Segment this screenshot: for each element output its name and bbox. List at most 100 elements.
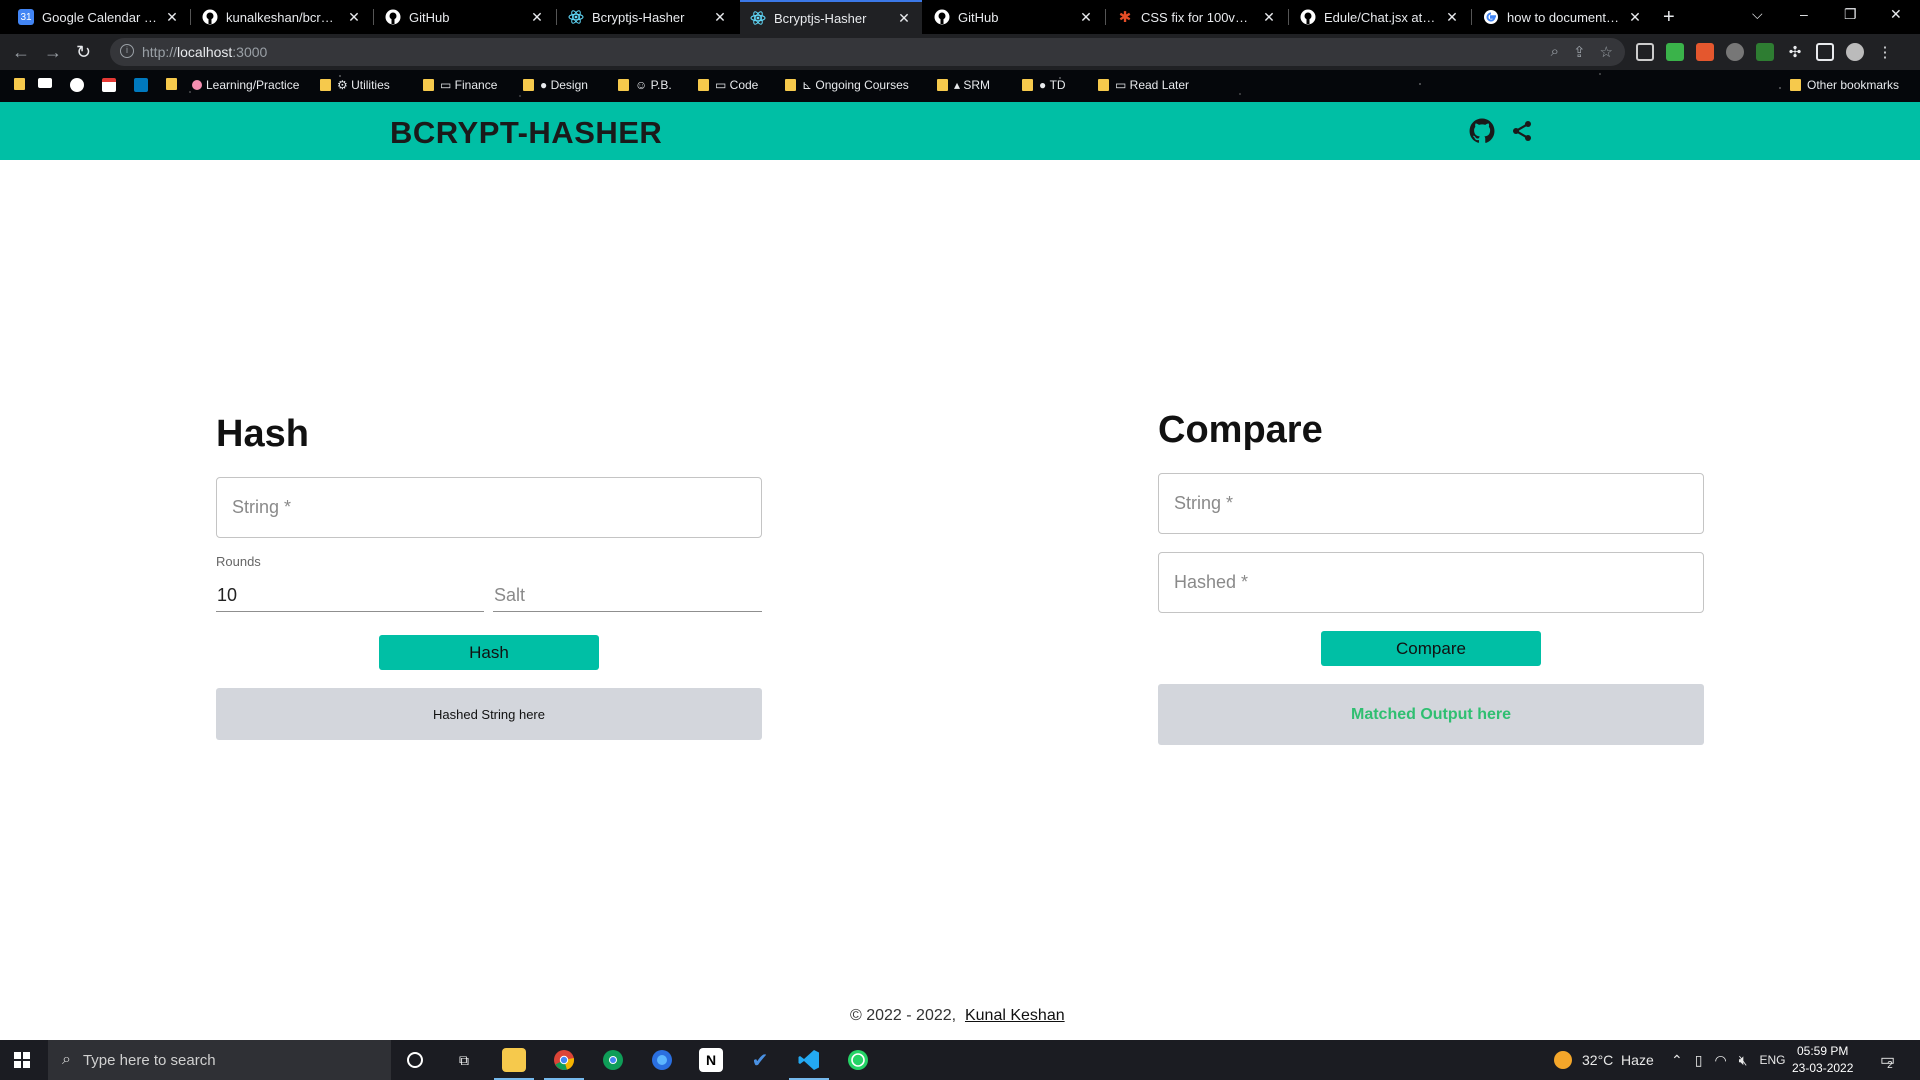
bookmark-utilities[interactable]: ⚙ Utilities bbox=[320, 78, 390, 92]
bookmark-srm[interactable]: ▴ SRM bbox=[937, 78, 990, 92]
tab-bcryptjs-hasher-active[interactable]: Bcryptjs-Hasher ✕ bbox=[740, 0, 922, 34]
address-bar[interactable]: i http://localhost:3000 ⌕ ⇪ ☆ bbox=[110, 38, 1625, 66]
tab-search-chevron-icon[interactable]: ⌵ bbox=[1752, 6, 1763, 23]
github-icon bbox=[202, 9, 218, 25]
zoom-icon[interactable]: ⌕ bbox=[1551, 43, 1559, 61]
close-icon[interactable]: ✕ bbox=[1078, 9, 1094, 26]
close-icon[interactable]: ✕ bbox=[346, 9, 362, 26]
chrome-icon[interactable] bbox=[552, 1048, 576, 1072]
bookmark-ongoing-courses[interactable]: ⊾ Ongoing Courses bbox=[785, 78, 909, 92]
notion-icon[interactable]: N bbox=[699, 1048, 723, 1072]
bookmark-read-later[interactable]: ▭ Read Later bbox=[1098, 78, 1189, 92]
language-indicator[interactable]: ENG bbox=[1760, 1053, 1786, 1067]
brain-icon bbox=[192, 80, 202, 90]
tab-google-search[interactable]: how to document api ✕ bbox=[1473, 0, 1653, 34]
vscode-icon[interactable] bbox=[797, 1048, 821, 1072]
todo-icon[interactable]: ✔ bbox=[748, 1048, 772, 1072]
notification-center[interactable]: ▭ 2 bbox=[1880, 1040, 1895, 1080]
compare-hashed-input[interactable] bbox=[1159, 553, 1703, 612]
extension-icon[interactable] bbox=[1666, 43, 1684, 61]
bookmark-label: Utilities bbox=[351, 78, 390, 92]
bookmark-label: Finance bbox=[454, 78, 498, 92]
hash-button[interactable]: Hash bbox=[379, 635, 599, 670]
close-icon[interactable]: ✕ bbox=[164, 9, 180, 26]
bookmark-learning-practice[interactable]: Learning/Practice bbox=[192, 78, 299, 92]
bookmark-other[interactable]: Other bookmarks bbox=[1790, 78, 1899, 92]
new-tab-plus-icon[interactable]: + bbox=[1663, 6, 1675, 29]
bookmark-finance[interactable]: ▭ Finance bbox=[423, 78, 497, 92]
github-icon[interactable] bbox=[70, 78, 84, 92]
tab-edule-chat[interactable]: Edule/Chat.jsx at main ✕ bbox=[1290, 0, 1470, 34]
tab-bcryptjs-hasher[interactable]: Bcryptjs-Hasher ✕ bbox=[558, 0, 738, 34]
calendar-icon[interactable] bbox=[102, 78, 116, 92]
taskbar-search-placeholder: Type here to search bbox=[82, 1051, 216, 1069]
share-icon[interactable]: ⇪ bbox=[1573, 43, 1586, 61]
chrome-profile-icon[interactable] bbox=[601, 1048, 625, 1072]
notion-extension-icon[interactable] bbox=[1636, 43, 1654, 61]
bookmark-folder-icon[interactable] bbox=[166, 78, 183, 90]
site-info-icon[interactable]: i bbox=[120, 44, 134, 58]
puzzle-extensions-icon[interactable]: ✣ bbox=[1786, 43, 1804, 61]
clock-time: 05:59 PM bbox=[1797, 1044, 1849, 1058]
folder-icon bbox=[785, 79, 796, 91]
tab-css-fix[interactable]: ✱ CSS fix for 100vh in mobile ✕ bbox=[1107, 0, 1287, 34]
close-icon[interactable]: ✕ bbox=[1261, 9, 1277, 26]
close-icon[interactable]: ✕ bbox=[896, 10, 912, 27]
clock-date: 23-03-2022 bbox=[1792, 1061, 1854, 1075]
close-icon[interactable]: ✕ bbox=[712, 9, 728, 26]
extension-icon[interactable] bbox=[1726, 43, 1744, 61]
windows-taskbar: ⌕ Type here to search ⧉ N ✔ 32°C Haze ⌃ … bbox=[0, 1040, 1920, 1080]
wifi-icon[interactable]: ◠ bbox=[1714, 1052, 1726, 1069]
minimize-icon[interactable]: – bbox=[1800, 6, 1808, 22]
whatsapp-icon[interactable] bbox=[846, 1048, 870, 1072]
taskbar-search-box[interactable]: ⌕ Type here to search bbox=[48, 1040, 391, 1080]
rounds-field: Rounds bbox=[216, 554, 484, 612]
tab-google-calendar[interactable]: 31 Google Calendar - Week ✕ bbox=[8, 0, 190, 34]
tab-github-repo[interactable]: kunalkeshan/bcryptjs-hasher ✕ bbox=[192, 0, 372, 34]
back-arrow-icon[interactable]: ← bbox=[12, 42, 30, 63]
salt-input[interactable] bbox=[493, 580, 762, 611]
windows-start-icon[interactable] bbox=[14, 1052, 30, 1068]
rounds-input[interactable] bbox=[216, 580, 484, 611]
extension-icon[interactable] bbox=[1696, 43, 1714, 61]
tab-title: how to document api bbox=[1507, 9, 1621, 25]
bookmark-star-icon[interactable]: ☆ bbox=[1600, 43, 1613, 61]
cortana-icon[interactable] bbox=[403, 1048, 427, 1072]
firefox-icon[interactable] bbox=[650, 1048, 674, 1072]
close-icon[interactable]: ✕ bbox=[1627, 9, 1643, 26]
github-icon[interactable] bbox=[1468, 117, 1496, 145]
close-icon[interactable]: ✕ bbox=[529, 9, 545, 26]
bookmark-td[interactable]: ● TD bbox=[1022, 78, 1066, 92]
bookmark-pb[interactable]: ☺ P.B. bbox=[618, 78, 672, 92]
extension-icon[interactable] bbox=[1756, 43, 1774, 61]
more-menu-icon[interactable]: ⋮ bbox=[1876, 43, 1894, 61]
restore-icon[interactable]: ❐ bbox=[1844, 6, 1857, 23]
system-clock[interactable]: 05:59 PM 23-03-2022 bbox=[1792, 1043, 1853, 1077]
battery-icon[interactable]: ▯ bbox=[1695, 1052, 1703, 1069]
react-icon bbox=[750, 10, 766, 26]
task-view-icon[interactable]: ⧉ bbox=[452, 1048, 476, 1072]
tab-github-2[interactable]: GitHub ✕ bbox=[924, 0, 1104, 34]
side-panel-icon[interactable] bbox=[1816, 43, 1834, 61]
reload-icon[interactable]: ↻ bbox=[76, 42, 91, 63]
react-icon bbox=[568, 9, 584, 25]
hash-string-input[interactable] bbox=[217, 478, 761, 537]
bookmark-design[interactable]: ● Design bbox=[523, 78, 588, 92]
profile-avatar-icon[interactable] bbox=[1846, 43, 1864, 61]
close-icon[interactable]: ✕ bbox=[1444, 9, 1460, 26]
chevron-up-icon[interactable]: ⌃ bbox=[1671, 1052, 1683, 1069]
author-link[interactable]: Kunal Keshan bbox=[965, 1007, 1065, 1024]
window-close-icon[interactable]: ✕ bbox=[1890, 6, 1902, 23]
bookmark-code[interactable]: ▭ Code bbox=[698, 78, 758, 92]
mail-icon[interactable] bbox=[38, 78, 52, 88]
share-icon[interactable] bbox=[1508, 117, 1536, 145]
forward-arrow-icon[interactable]: → bbox=[44, 42, 62, 63]
bookmark-folder-icon[interactable] bbox=[14, 78, 31, 90]
tab-github[interactable]: GitHub ✕ bbox=[375, 0, 555, 34]
compare-button[interactable]: Compare bbox=[1321, 631, 1541, 666]
weather-widget[interactable]: 32°C Haze bbox=[1554, 1040, 1654, 1080]
file-explorer-icon[interactable] bbox=[502, 1048, 526, 1072]
volume-muted-icon[interactable]: 🔇︎ bbox=[1739, 1052, 1748, 1069]
trello-icon[interactable] bbox=[134, 78, 148, 92]
compare-string-input[interactable] bbox=[1159, 474, 1703, 533]
